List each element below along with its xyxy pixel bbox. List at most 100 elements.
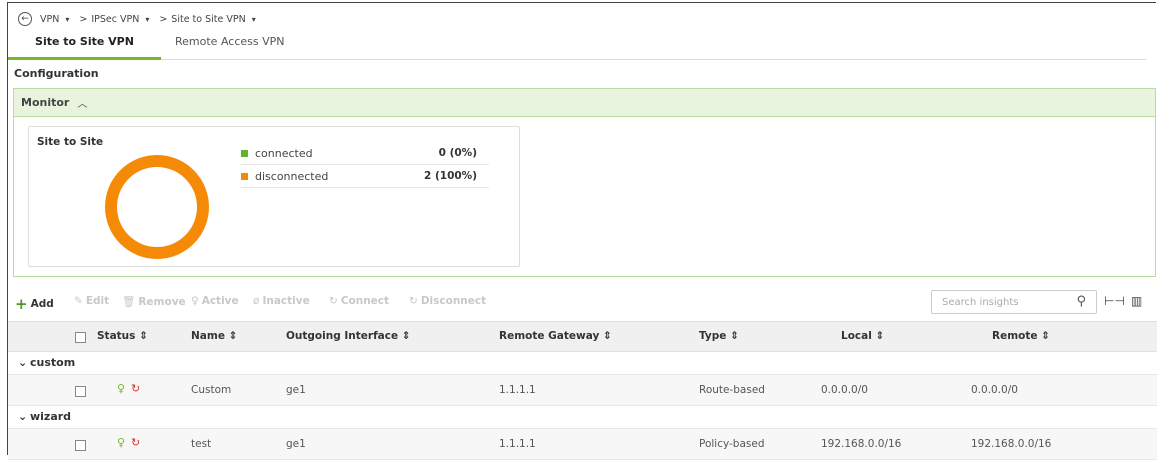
breadcrumb-item-site-to-site-vpn[interactable]: > Site to Site VPN ▾ <box>159 14 259 25</box>
cell-name: Custom <box>191 384 232 396</box>
monitor-header[interactable]: Monitor ︿ <box>14 89 1155 117</box>
col-label: Type <box>699 330 727 342</box>
monitor-title: Monitor <box>21 96 70 109</box>
disconnect-label: Disconnect <box>420 295 487 307</box>
breadcrumb-label: IPSec VPN <box>91 13 140 25</box>
cell-name: test <box>191 438 212 450</box>
table-row[interactable]: ♀ ↻ test ge1 1.1.1.1 Policy-based 192.16… <box>8 429 1157 460</box>
breadcrumb-label: Site to Site VPN <box>171 13 246 25</box>
col-label: Outgoing Interface <box>286 330 399 342</box>
disconnect-icon: ↻ <box>409 295 418 307</box>
col-label: Remote Gateway <box>499 330 600 342</box>
section-title: Configuration <box>14 67 99 80</box>
add-label: Add <box>30 298 54 310</box>
breadcrumb-item-ipsec-vpn[interactable]: > IPSec VPN ▾ <box>79 14 153 25</box>
toolbar: + Add ✎ Edit 🗑 Remove ♀ Active ø Inactiv… <box>8 289 1157 315</box>
tab-remote-access-vpn[interactable]: Remote Access VPN <box>175 35 284 57</box>
sort-icon: ⇕ <box>401 330 411 342</box>
table-header: Status ⇕ Name ⇕ Outgoing Interface ⇕ Rem… <box>8 321 1157 352</box>
search-placeholder: Search insights <box>942 296 1019 308</box>
columns-icon[interactable]: ▥ <box>1131 294 1142 308</box>
sort-icon: ⇕ <box>602 330 612 342</box>
col-status[interactable]: Status ⇕ <box>97 330 148 342</box>
active-label: Active <box>201 295 239 307</box>
col-label: Status <box>97 330 136 342</box>
cell-interface: ge1 <box>286 384 306 396</box>
row-checkbox[interactable] <box>75 386 86 397</box>
card-title: Site to Site <box>37 136 104 148</box>
inactive-button[interactable]: ø Inactive <box>253 295 310 307</box>
group-row-wizard[interactable]: ⌄ wizard <box>8 406 1157 429</box>
cell-type: Policy-based <box>699 438 765 450</box>
legend-value: 0 (0%) <box>438 147 477 159</box>
plus-icon: + <box>15 295 28 313</box>
tab-site-to-site-vpn[interactable]: Site to Site VPN <box>8 35 161 60</box>
vpn-table: Status ⇕ Name ⇕ Outgoing Interface ⇕ Rem… <box>8 321 1157 460</box>
chevron-up-icon[interactable]: ︿ <box>77 95 87 110</box>
breadcrumb-label: VPN <box>40 13 60 25</box>
cell-gateway: 1.1.1.1 <box>499 438 536 450</box>
cell-local: 192.168.0.0/16 <box>821 438 902 450</box>
cell-remote: 192.168.0.0/16 <box>971 438 1052 450</box>
legend: connected 0 (0%) disconnected 2 (100%) <box>241 142 489 188</box>
edit-button[interactable]: ✎ Edit <box>74 295 109 307</box>
sort-icon: ⇕ <box>730 330 739 342</box>
col-type[interactable]: Type ⇕ <box>699 330 739 342</box>
table-row[interactable]: ♀ ↻ Custom ge1 1.1.1.1 Route-based 0.0.0… <box>8 375 1157 406</box>
search-icon[interactable]: ⚲ <box>1076 294 1086 309</box>
col-remote-gateway[interactable]: Remote Gateway ⇕ <box>499 330 612 342</box>
site-to-site-card: Site to Site connected 0 (0%) disconnect… <box>28 126 520 267</box>
pencil-icon: ✎ <box>74 295 83 307</box>
cell-gateway: 1.1.1.1 <box>499 384 536 396</box>
caret-down-icon[interactable]: ▾ <box>65 15 69 24</box>
breadcrumb-separator: > <box>79 13 88 25</box>
col-label: Local <box>841 330 872 342</box>
tab-bar: Site to Site VPN Remote Access VPN <box>8 30 1146 60</box>
col-local[interactable]: Local ⇕ <box>841 330 884 342</box>
breadcrumb: ← VPN ▾ > IPSec VPN ▾ > Site to Site VPN… <box>18 9 266 29</box>
col-label: Name <box>191 330 225 342</box>
cell-interface: ge1 <box>286 438 306 450</box>
group-row-custom[interactable]: ⌄ custom <box>8 352 1157 375</box>
search-input[interactable]: Search insights ⚲ <box>931 290 1097 314</box>
col-outgoing-interface[interactable]: Outgoing Interface ⇕ <box>286 330 411 342</box>
active-status-icon: ♀ <box>117 382 126 395</box>
breadcrumb-item-vpn[interactable]: VPN ▾ <box>40 14 73 25</box>
trash-icon: 🗑 <box>122 296 136 308</box>
sort-icon: ⇕ <box>228 330 238 342</box>
caret-down-icon[interactable]: ▾ <box>252 15 256 24</box>
row-checkbox[interactable] <box>75 440 86 451</box>
bulb-off-icon: ø <box>253 295 260 307</box>
breadcrumb-separator: > <box>159 13 168 25</box>
chevron-down-icon[interactable]: ⌄ <box>18 410 27 423</box>
sort-icon: ⇕ <box>139 330 148 342</box>
swatch-connected <box>241 149 248 157</box>
donut-chart <box>105 155 209 259</box>
select-all-checkbox[interactable] <box>75 332 86 343</box>
main-frame: ← VPN ▾ > IPSec VPN ▾ > Site to Site VPN… <box>7 2 1157 460</box>
sort-icon: ⇕ <box>1041 330 1050 342</box>
donut-slice-disconnected <box>105 155 209 259</box>
sort-icon: ⇕ <box>875 330 885 342</box>
connect-button[interactable]: ↻ Connect <box>329 295 389 307</box>
back-arrow-icon[interactable]: ← <box>18 12 32 26</box>
edit-label: Edit <box>85 295 110 307</box>
col-remote[interactable]: Remote ⇕ <box>992 330 1050 342</box>
active-button[interactable]: ♀ Active <box>191 295 239 307</box>
remove-button[interactable]: 🗑 Remove <box>122 295 186 309</box>
column-width-icon[interactable]: ⊢⊣ <box>1104 294 1125 308</box>
inactive-label: Inactive <box>262 295 310 307</box>
chevron-down-icon[interactable]: ⌄ <box>18 356 27 369</box>
caret-down-icon[interactable]: ▾ <box>145 15 149 24</box>
group-label: custom <box>30 356 76 369</box>
disconnected-status-icon: ↻ <box>131 382 141 395</box>
legend-row-connected: connected 0 (0%) <box>241 142 489 165</box>
disconnected-status-icon: ↻ <box>131 436 141 449</box>
add-button[interactable]: + Add <box>15 295 54 313</box>
disconnect-button[interactable]: ↻ Disconnect <box>409 295 486 307</box>
connect-icon: ↻ <box>329 295 338 307</box>
remove-label: Remove <box>138 295 186 308</box>
col-name[interactable]: Name ⇕ <box>191 330 237 342</box>
legend-label: connected <box>255 146 313 160</box>
group-label: wizard <box>30 410 72 423</box>
